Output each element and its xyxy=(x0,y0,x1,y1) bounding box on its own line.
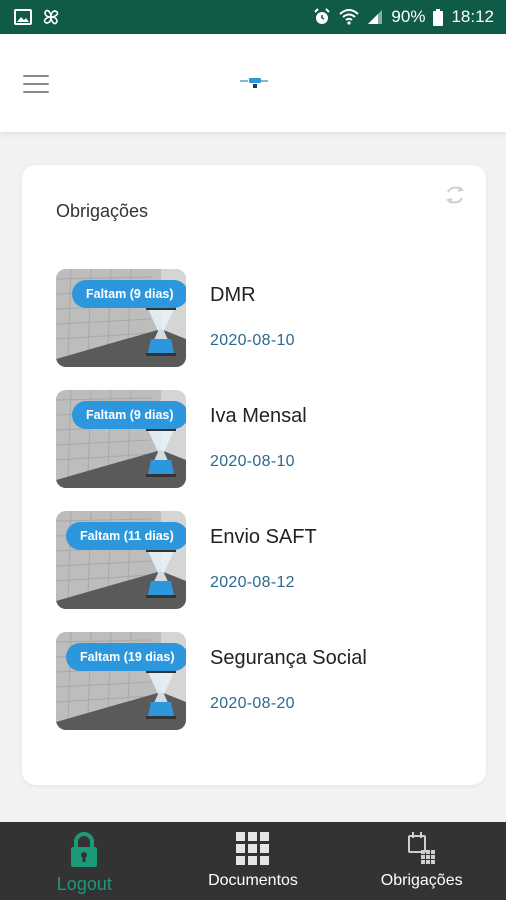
status-bar-left xyxy=(14,8,60,26)
days-remaining-badge: Faltam (11 dias) xyxy=(66,522,186,550)
days-remaining-badge: Faltam (9 dias) xyxy=(72,280,186,308)
status-bar: 90% 18:12 xyxy=(0,0,506,34)
calendar-icon xyxy=(407,832,435,864)
obligation-name: Iva Mensal xyxy=(210,405,307,427)
hourglass-thumbnail: Faltam (11 dias) xyxy=(56,511,186,609)
obligation-name: Segurança Social xyxy=(210,647,367,669)
nav-label: Obrigações xyxy=(380,872,463,889)
lock-icon xyxy=(71,832,98,867)
wifi-icon xyxy=(339,9,360,25)
status-bar-right: 90% 18:12 xyxy=(313,7,494,27)
hamburger-menu-icon[interactable] xyxy=(23,75,49,93)
nav-label: Logout xyxy=(56,874,112,894)
alarm-icon xyxy=(314,8,331,24)
obligation-item[interactable]: Faltam (19 dias) Segurança Social 2020-0… xyxy=(56,632,456,730)
obligation-date: 2020-08-20 xyxy=(210,695,295,712)
nav-label: Documentos xyxy=(208,872,298,889)
bottom-navigation: Logout Documentos Obrigações xyxy=(0,822,506,900)
obligation-date: 2020-08-10 xyxy=(210,332,295,349)
card-title: Obrigações xyxy=(56,201,149,221)
obligation-date: 2020-08-10 xyxy=(210,453,295,470)
battery-icon xyxy=(433,8,444,26)
clock: 18:12 xyxy=(451,7,494,26)
grid-icon xyxy=(236,832,269,865)
app-header xyxy=(0,34,506,132)
battery-percentage: 90% xyxy=(391,7,426,26)
app-logo xyxy=(240,78,268,88)
obligation-item[interactable]: Faltam (9 dias) DMR 2020-08-10 xyxy=(56,269,456,367)
hourglass-thumbnail: Faltam (19 dias) xyxy=(56,632,186,730)
days-remaining-badge: Faltam (19 dias) xyxy=(66,643,186,671)
obligation-date: 2020-08-12 xyxy=(210,574,295,591)
obligation-name: Envio SAFT xyxy=(210,526,317,548)
signal-icon xyxy=(368,10,383,24)
obligation-item[interactable]: Faltam (9 dias) Iva Mensal 2020-08-10 xyxy=(56,390,456,488)
nav-documentos[interactable]: Documentos xyxy=(169,822,338,900)
obligation-name: DMR xyxy=(210,284,256,306)
hourglass-thumbnail: Faltam (9 dias) xyxy=(56,390,186,488)
refresh-icon[interactable] xyxy=(444,184,466,206)
pinwheel-notification-icon xyxy=(43,9,59,25)
obligation-item[interactable]: Faltam (11 dias) Envio SAFT 2020-08-12 xyxy=(56,511,456,609)
image-notification-icon xyxy=(14,9,32,25)
nav-obrigacoes[interactable]: Obrigações xyxy=(337,822,506,900)
obligations-card: Obrigações Faltam (9 dias) DMR 2020-08-1… xyxy=(22,165,486,785)
days-remaining-badge: Faltam (9 dias) xyxy=(72,401,186,429)
nav-logout[interactable]: Logout xyxy=(0,822,169,900)
hourglass-thumbnail: Faltam (9 dias) xyxy=(56,269,186,367)
